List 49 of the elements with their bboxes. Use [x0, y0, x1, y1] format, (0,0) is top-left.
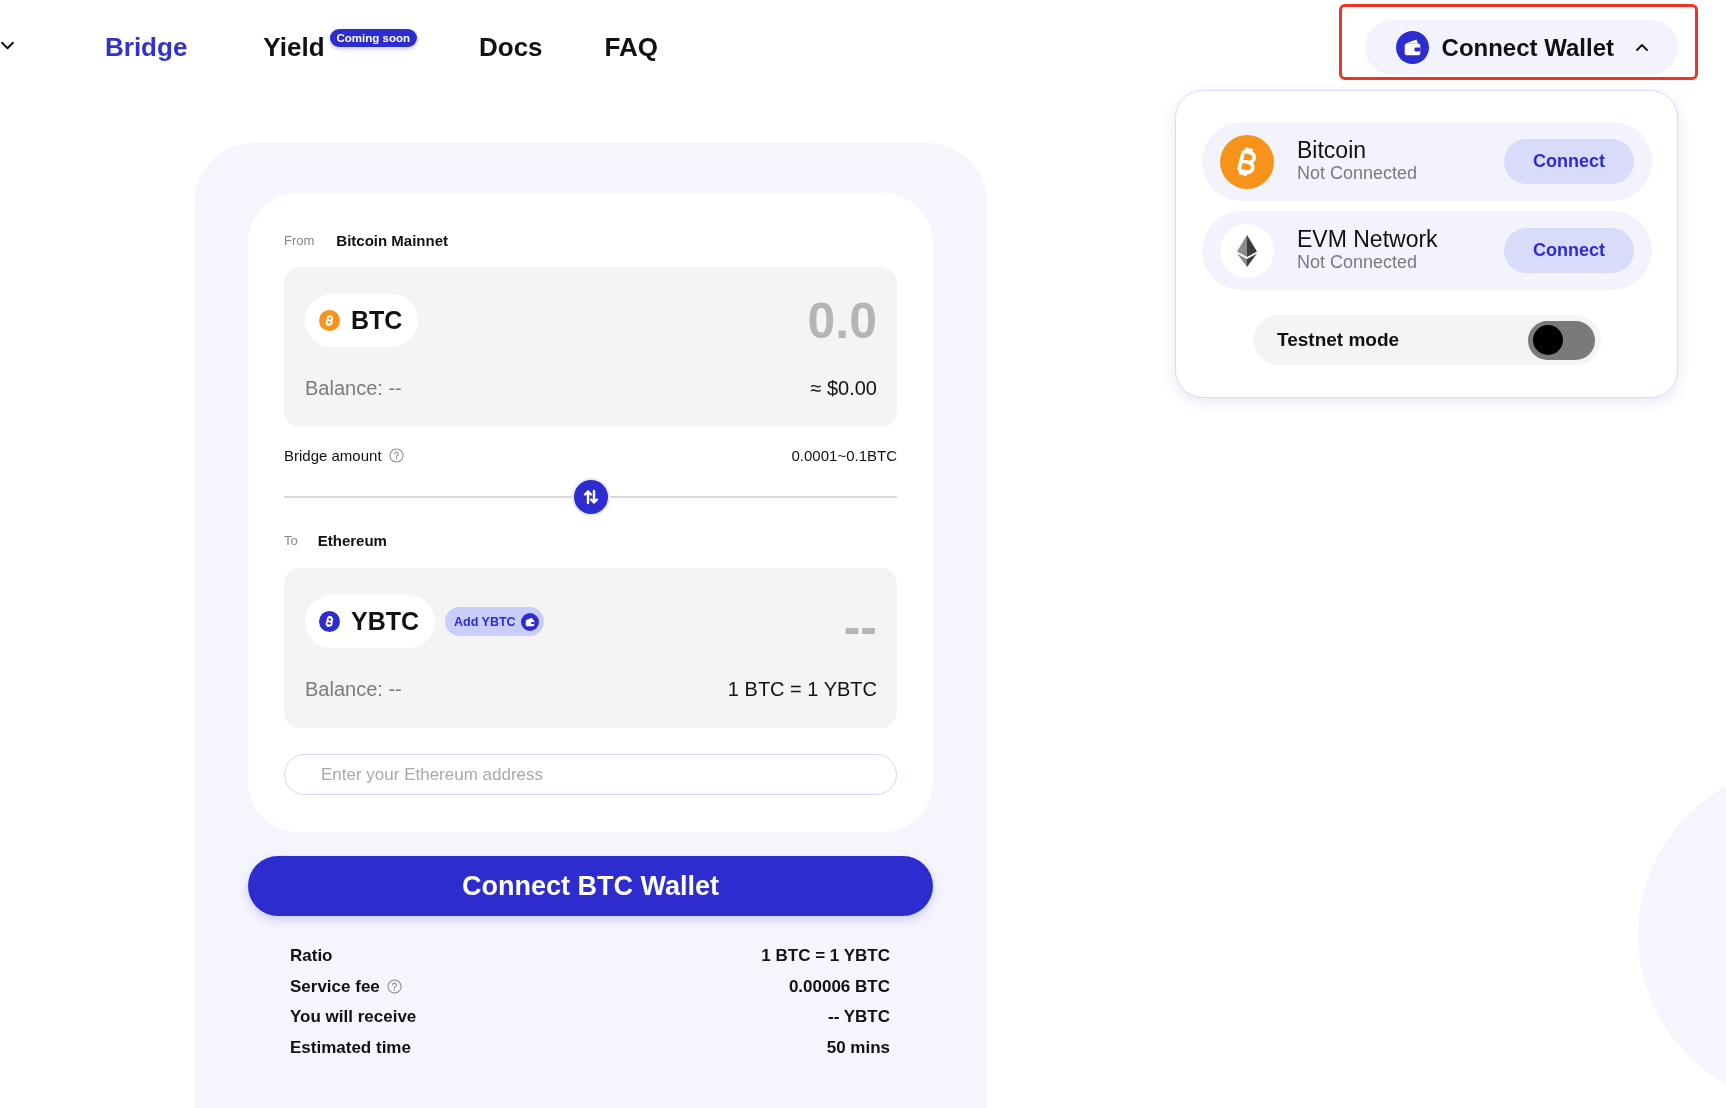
summary-label: You will receive	[290, 1007, 417, 1028]
network-name: Bitcoin	[1297, 138, 1368, 164]
nav-link[interactable]: Docs	[479, 32, 543, 63]
from-label: From	[284, 232, 315, 248]
wallet-icon	[1395, 31, 1429, 64]
nav-link[interactable]: FAQ	[604, 32, 658, 63]
address-input[interactable]: Enter your Ethereum address	[284, 754, 897, 795]
connect-wallet-button[interactable]: Connect Wallet	[1364, 20, 1678, 75]
token-selector[interactable]: YBTC	[305, 595, 436, 648]
wallet-icon	[520, 612, 539, 631]
fiat-value: ≈ $0.00	[810, 376, 877, 400]
amount-input[interactable]: 0.0	[577, 291, 877, 350]
amount-value: --	[843, 601, 877, 652]
testnet-label: Testnet mode	[1277, 329, 1400, 351]
balance-text: Balance: --	[305, 376, 402, 400]
summary-label: Service fee	[290, 976, 380, 997]
help-icon[interactable]	[386, 979, 402, 995]
connect-btc-wallet-button[interactable]: Connect BTC Wallet	[248, 856, 933, 916]
summary-label: Ratio	[290, 946, 333, 967]
summary-value: 0.00006 BTC	[788, 976, 890, 997]
bitcoin-coin-icon	[319, 611, 340, 632]
help-icon[interactable]	[388, 447, 404, 463]
bitcoin-coin-icon	[319, 310, 340, 331]
token-selector[interactable]: BTC	[305, 294, 419, 347]
summary-value: -- YBTC	[828, 1007, 890, 1028]
summary-value: 1 BTC = 1 YBTC	[761, 946, 890, 967]
summary-label: Estimated time	[290, 1037, 411, 1058]
balance-text: Balance: --	[305, 677, 402, 701]
nav-link[interactable]: Bridge	[105, 32, 188, 63]
bitcoin-coin-icon	[1220, 134, 1274, 189]
network-name: Bitcoin Mainnet	[336, 231, 448, 249]
network-name: EVM Network	[1297, 227, 1438, 253]
connection-status: Not Connected	[1297, 252, 1419, 274]
swap-arrows-icon	[582, 489, 599, 505]
status-badge: Coming soon	[329, 28, 417, 47]
exchange-rate: 1 BTC = 1 YBTC	[727, 677, 877, 701]
connection-status: Not Connected	[1297, 163, 1418, 185]
chevron-down-icon[interactable]	[1, 41, 14, 50]
amount-range: 0.0001~0.1BTC	[791, 446, 897, 464]
to-label: To	[284, 532, 298, 548]
network-name: Ethereum	[317, 531, 387, 549]
bridge-amount-label: Bridge amount	[284, 446, 382, 464]
connect-button[interactable]: Connect	[1504, 139, 1634, 184]
testnet-toggle[interactable]	[1528, 320, 1595, 360]
summary-value: 50 mins	[826, 1037, 890, 1058]
nav-link[interactable]: Yield	[263, 32, 325, 63]
swap-button[interactable]	[571, 478, 610, 516]
add-token-button[interactable]: Add YBTC	[445, 607, 544, 636]
connect-button[interactable]: Connect	[1504, 228, 1634, 273]
